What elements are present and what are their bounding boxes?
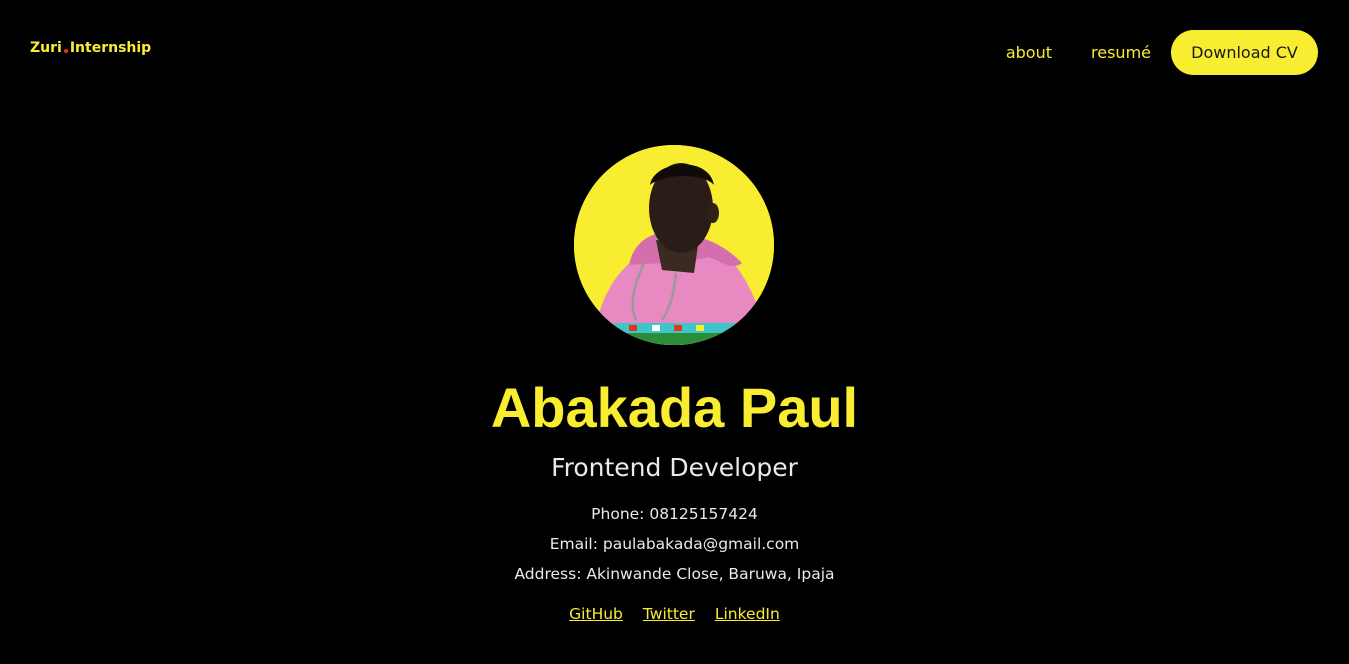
- zuri-internship-logo[interactable]: Zuri Internship: [30, 40, 151, 56]
- logo-dot-icon: [63, 49, 68, 53]
- profile-role: Frontend Developer: [551, 453, 798, 482]
- github-link[interactable]: GitHub: [569, 604, 623, 624]
- profile-name: Abakada Paul: [490, 376, 859, 439]
- logo-text-internship: Internship: [69, 40, 152, 56]
- nav-about-link[interactable]: about: [1006, 43, 1052, 62]
- nav-resume-link[interactable]: resumé: [1091, 43, 1151, 62]
- twitter-link[interactable]: Twitter: [643, 604, 695, 624]
- profile-address: Address: Akinwande Close, Baruwa, Ipaja: [514, 565, 835, 583]
- profile-email: Email: paulabakada@gmail.com: [549, 535, 800, 553]
- portfolio-page: Zuri Internship about resumé Download CV: [0, 0, 1349, 664]
- profile-avatar: [574, 145, 774, 345]
- avatar-portrait-image: [574, 145, 774, 345]
- logo-text-zuri: Zuri: [30, 40, 62, 56]
- social-links: GitHub Twitter LinkedIn: [0, 604, 1349, 624]
- linkedin-link[interactable]: LinkedIn: [715, 604, 780, 624]
- profile-phone: Phone: 08125157424: [591, 505, 758, 523]
- top-nav: about resumé Download CV: [1006, 30, 1318, 75]
- download-cv-button[interactable]: Download CV: [1171, 30, 1318, 75]
